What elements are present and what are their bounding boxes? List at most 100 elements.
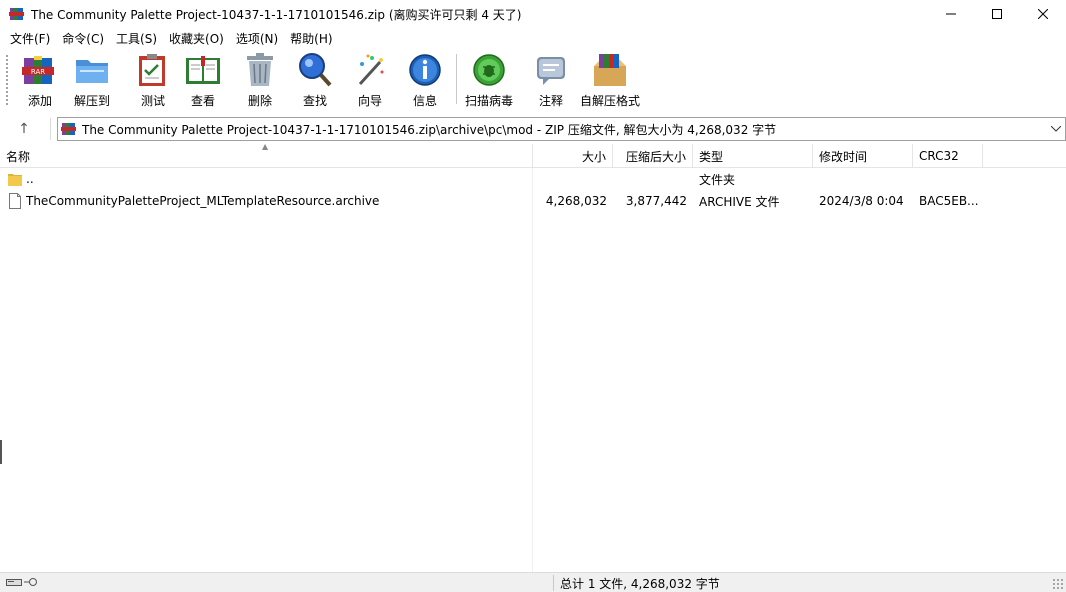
file-name: ..: [26, 172, 34, 186]
wizard-wand-icon: [352, 52, 388, 88]
file-name: TheCommunityPaletteProject_MLTemplateRes…: [26, 194, 380, 208]
key-icon[interactable]: [24, 576, 38, 590]
extract-to-button[interactable]: 解压到: [74, 52, 110, 109]
file-size: 4,268,032: [545, 194, 607, 208]
column-modified-label: 修改时间: [819, 149, 868, 164]
winrar-app-icon[interactable]: [9, 6, 25, 22]
file-crc: BAC5EB...: [919, 194, 979, 208]
view-label: 查看: [190, 94, 215, 108]
column-header-crc[interactable]: CRC32: [913, 144, 983, 168]
file-modified: [813, 168, 913, 190]
table-row[interactable]: TheCommunityPaletteProject_MLTemplateRes…: [0, 190, 1066, 212]
toolbar-separator: [456, 54, 457, 104]
folder-icon: [8, 171, 22, 187]
row-name-cell: TheCommunityPaletteProject_MLTemplateRes…: [0, 190, 533, 212]
column-type-label: 类型: [699, 149, 724, 164]
column-header-size[interactable]: 大小: [533, 144, 613, 168]
magnifier-icon: [297, 52, 333, 88]
info-button[interactable]: 信息: [407, 52, 443, 109]
virus-scan-button[interactable]: 扫描病毒: [465, 52, 513, 109]
file-packed-size: [613, 168, 693, 190]
extract-to-label: 解压到: [74, 94, 111, 108]
up-level-button[interactable]: ↑: [8, 118, 40, 140]
address-path: The Community Palette Project-10437-1-1-…: [82, 122, 777, 137]
up-arrow-icon: ↑: [18, 121, 30, 137]
menu-commands[interactable]: 命令(C): [56, 30, 110, 47]
sfx-button[interactable]: 自解压格式: [580, 52, 640, 109]
resize-grip[interactable]: [1052, 578, 1064, 590]
title-bar: The Community Palette Project-10437-1-1-…: [0, 0, 1066, 28]
find-label: 查找: [302, 94, 327, 108]
close-button[interactable]: [1020, 0, 1066, 28]
column-header-packed[interactable]: 压缩后大小: [613, 144, 693, 168]
list-header: 名称 ▲ 大小 压缩后大小 类型 修改时间 CRC32: [0, 142, 1066, 168]
column-size-label: 大小: [581, 149, 606, 164]
test-clipboard-icon: [135, 52, 171, 88]
column-packed-label: 压缩后大小: [625, 149, 686, 164]
menu-help[interactable]: 帮助(H): [284, 30, 338, 47]
list-pane: [0, 168, 532, 572]
status-summary: 总计 1 文件, 4,268,032 字节: [560, 577, 720, 591]
row-name-cell: ..: [0, 168, 533, 190]
status-bar: 总计 1 文件, 4,268,032 字节: [0, 572, 1066, 592]
column-header-type[interactable]: 类型: [693, 144, 813, 168]
file-type: ARCHIVE 文件: [699, 194, 780, 209]
wizard-button[interactable]: 向导: [352, 52, 388, 109]
delete-label: 删除: [247, 94, 272, 108]
view-button[interactable]: 查看: [185, 52, 221, 109]
status-divider: [553, 575, 554, 591]
wizard-label: 向导: [357, 94, 382, 108]
address-row: ↑ The Community Palette Project-10437-1-…: [0, 114, 1066, 144]
drive-icon[interactable]: [6, 576, 22, 590]
add-label: 添加: [27, 94, 52, 108]
file-modified: 2024/3/8 0:04: [819, 194, 904, 208]
find-button[interactable]: 查找: [297, 52, 333, 109]
test-button[interactable]: 测试: [135, 52, 171, 109]
column-header-name[interactable]: 名称 ▲: [0, 142, 533, 168]
file-size: [533, 168, 613, 190]
info-label: 信息: [412, 94, 437, 108]
window-title: The Community Palette Project-10437-1-1-…: [31, 7, 522, 22]
file-icon: [8, 193, 22, 209]
comment-label: 注释: [538, 94, 563, 108]
svg-text:RAR: RAR: [31, 68, 45, 76]
menu-bar: 文件(F) 命令(C) 工具(S) 收藏夹(O) 选项(N) 帮助(H): [0, 28, 1066, 48]
menu-tools[interactable]: 工具(S): [110, 30, 163, 47]
add-button[interactable]: RAR 添加: [22, 52, 58, 109]
add-archive-icon: RAR: [22, 52, 58, 88]
menu-options[interactable]: 选项(N): [230, 30, 284, 47]
extract-folder-icon: [74, 52, 110, 88]
sfx-box-icon: [592, 52, 628, 88]
maximize-button[interactable]: [974, 0, 1020, 28]
column-header-modified[interactable]: 修改时间: [813, 144, 913, 168]
comment-button[interactable]: 注释: [533, 52, 569, 109]
column-divider: [532, 168, 533, 572]
file-list: 名称 ▲ 大小 压缩后大小 类型 修改时间 CRC32 .. 文件夹 TheCo…: [0, 142, 1066, 572]
toolbar-grip[interactable]: [5, 54, 9, 106]
address-separator: [50, 118, 51, 140]
menu-favorites[interactable]: 收藏夹(O): [163, 30, 230, 47]
trash-icon: [242, 52, 278, 88]
splitter-handle[interactable]: [0, 440, 2, 464]
comment-icon: [533, 52, 569, 88]
view-book-icon: [185, 52, 221, 88]
details-pane: [533, 168, 1066, 572]
column-name-label: 名称: [6, 149, 31, 164]
table-row[interactable]: .. 文件夹: [0, 168, 1066, 190]
column-crc-label: CRC32: [919, 149, 959, 163]
test-label: 测试: [140, 94, 165, 108]
sort-indicator-icon: ▲: [262, 142, 269, 151]
delete-button[interactable]: 删除: [242, 52, 278, 109]
file-type: 文件夹: [699, 172, 736, 187]
virus-scan-label: 扫描病毒: [465, 94, 514, 108]
address-bar[interactable]: The Community Palette Project-10437-1-1-…: [57, 117, 1066, 141]
zip-archive-icon: [61, 121, 77, 137]
menu-file[interactable]: 文件(F): [4, 30, 56, 47]
status-icons: [6, 576, 38, 590]
minimize-button[interactable]: [928, 0, 974, 28]
virus-scan-icon: [471, 52, 507, 88]
chevron-down-icon[interactable]: [1049, 121, 1063, 137]
toolbar: RAR 添加 解压到 测试 查看 删除 查找 向导 信息 扫描病毒 注释 自解压…: [0, 48, 1066, 112]
sfx-label: 自解压格式: [580, 94, 641, 108]
info-icon: [407, 52, 443, 88]
